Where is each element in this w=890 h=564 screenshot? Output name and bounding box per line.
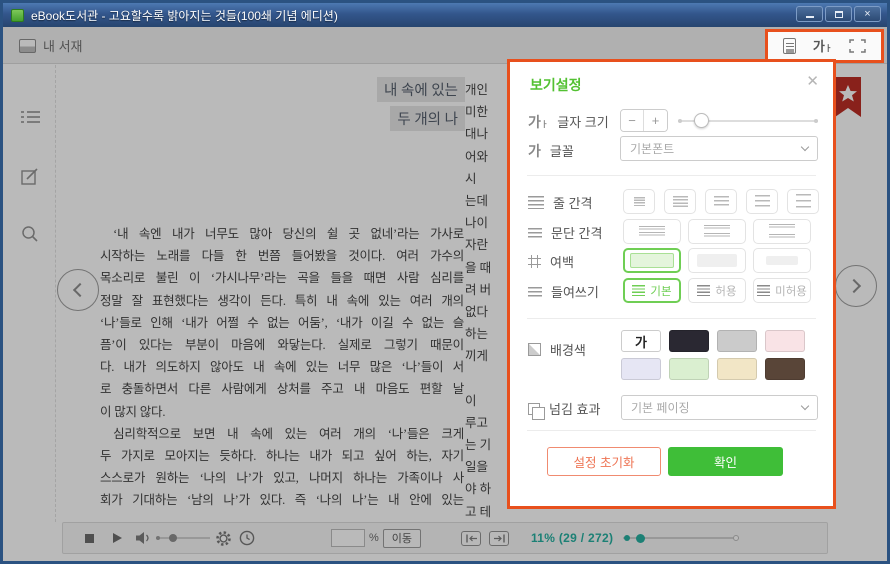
line-spacing-icon [528, 196, 544, 209]
indent-lines-icon [697, 285, 710, 296]
margin-option-1[interactable] [623, 248, 681, 273]
font-size-label: 글자 크기 [557, 112, 608, 131]
maximize-button[interactable] [825, 6, 852, 22]
app-logo-icon [11, 9, 24, 22]
confirm-button[interactable]: 확인 [668, 447, 783, 476]
font-size-increase-button[interactable]: + [644, 110, 667, 131]
background-color-icon [528, 343, 541, 356]
panel-title: 보기설정 [530, 75, 582, 95]
indent-label: 들여쓰기 [551, 282, 599, 301]
bg-swatch-beige[interactable] [717, 358, 757, 380]
indent-option-default[interactable]: 기본 [623, 278, 681, 303]
chevron-down-icon [801, 143, 809, 151]
divider [527, 318, 816, 319]
paragraph-spacing-option-3[interactable] [753, 219, 811, 244]
font-size-slider-knob[interactable] [694, 113, 709, 128]
maximize-icon [835, 11, 843, 18]
indent-option-allow[interactable]: 허용 [688, 278, 746, 303]
bg-swatch-pink[interactable] [765, 330, 805, 352]
margin-option-3[interactable] [753, 248, 811, 273]
annotation-highlight-toolbar: 가ㅏ [765, 29, 884, 63]
font-settings-icon[interactable]: 가ㅏ [813, 40, 832, 53]
bg-swatch-lavender[interactable] [621, 358, 661, 380]
paragraph-spacing-label: 문단 간격 [551, 223, 602, 242]
font-family-label: 글꼴 [550, 141, 574, 160]
divider [527, 430, 816, 431]
page-effect-select[interactable]: 기본 페이징 [621, 395, 818, 420]
font-family-select[interactable]: 기본폰트 [620, 136, 818, 161]
reset-settings-button[interactable]: 설정 초기화 [547, 447, 661, 476]
bg-swatch-dark[interactable] [669, 330, 709, 352]
page-effect-label: 넘김 효과 [549, 399, 600, 418]
paragraph-spacing-icon [528, 228, 542, 238]
window-title: eBook도서관 - 고요할수록 밝아지는 것들(100쇄 기념 에디션) [31, 7, 338, 24]
line-spacing-option-5[interactable] [787, 189, 819, 214]
bg-swatch-green[interactable] [669, 358, 709, 380]
fullscreen-icon[interactable] [849, 39, 866, 53]
background-color-label: 배경색 [550, 340, 586, 359]
font-size-icon: 가ㅏ [528, 115, 548, 129]
line-spacing-label: 줄 간격 [553, 193, 593, 212]
app-body: 내 서재 내 속에 있는 두 개의 나 ‘내 속엔 내 [3, 27, 887, 561]
chevron-down-icon [801, 402, 809, 410]
close-button[interactable]: × [854, 6, 881, 22]
paragraph-spacing-option-1[interactable] [623, 219, 681, 244]
divider [527, 175, 816, 176]
line-spacing-option-3[interactable] [705, 189, 737, 214]
line-spacing-option-4[interactable] [746, 189, 778, 214]
indent-lines-icon [757, 285, 770, 296]
bg-swatch-gray[interactable] [717, 330, 757, 352]
indent-icon [528, 287, 542, 297]
line-spacing-option-2[interactable] [664, 189, 696, 214]
font-size-stepper: − + [620, 109, 668, 132]
title-bar: eBook도서관 - 고요할수록 밝아지는 것들(100쇄 기념 에디션) × [3, 3, 887, 27]
minimize-button[interactable] [796, 6, 823, 22]
indent-option-disallow[interactable]: 미허용 [753, 278, 811, 303]
bg-swatch-white[interactable]: 가 [621, 330, 661, 352]
margin-option-2[interactable] [688, 248, 746, 273]
minimize-icon [806, 16, 814, 18]
font-family-icon: 가 [528, 144, 541, 158]
view-settings-panel: 보기설정 ✕ 가ㅏ 글자 크기 − + 가 글꼴 기본폰트 [507, 59, 836, 509]
panel-close-icon[interactable]: ✕ [806, 72, 819, 90]
font-family-value: 기본폰트 [630, 140, 674, 157]
font-size-slider[interactable] [678, 120, 818, 122]
app-window: eBook도서관 - 고요할수록 밝아지는 것들(100쇄 기념 에디션) × … [0, 0, 890, 564]
page-effect-icon [528, 403, 540, 415]
bg-swatch-brown[interactable] [765, 358, 805, 380]
page-effect-value: 기본 페이징 [631, 399, 690, 416]
margin-label: 여백 [550, 252, 574, 271]
line-spacing-option-1[interactable] [623, 189, 655, 214]
font-size-decrease-button[interactable]: − [621, 110, 644, 131]
view-settings-icon[interactable] [783, 38, 796, 54]
indent-lines-icon [632, 285, 645, 296]
close-icon: × [864, 9, 870, 20]
margin-icon [528, 255, 541, 268]
paragraph-spacing-option-2[interactable] [688, 219, 746, 244]
